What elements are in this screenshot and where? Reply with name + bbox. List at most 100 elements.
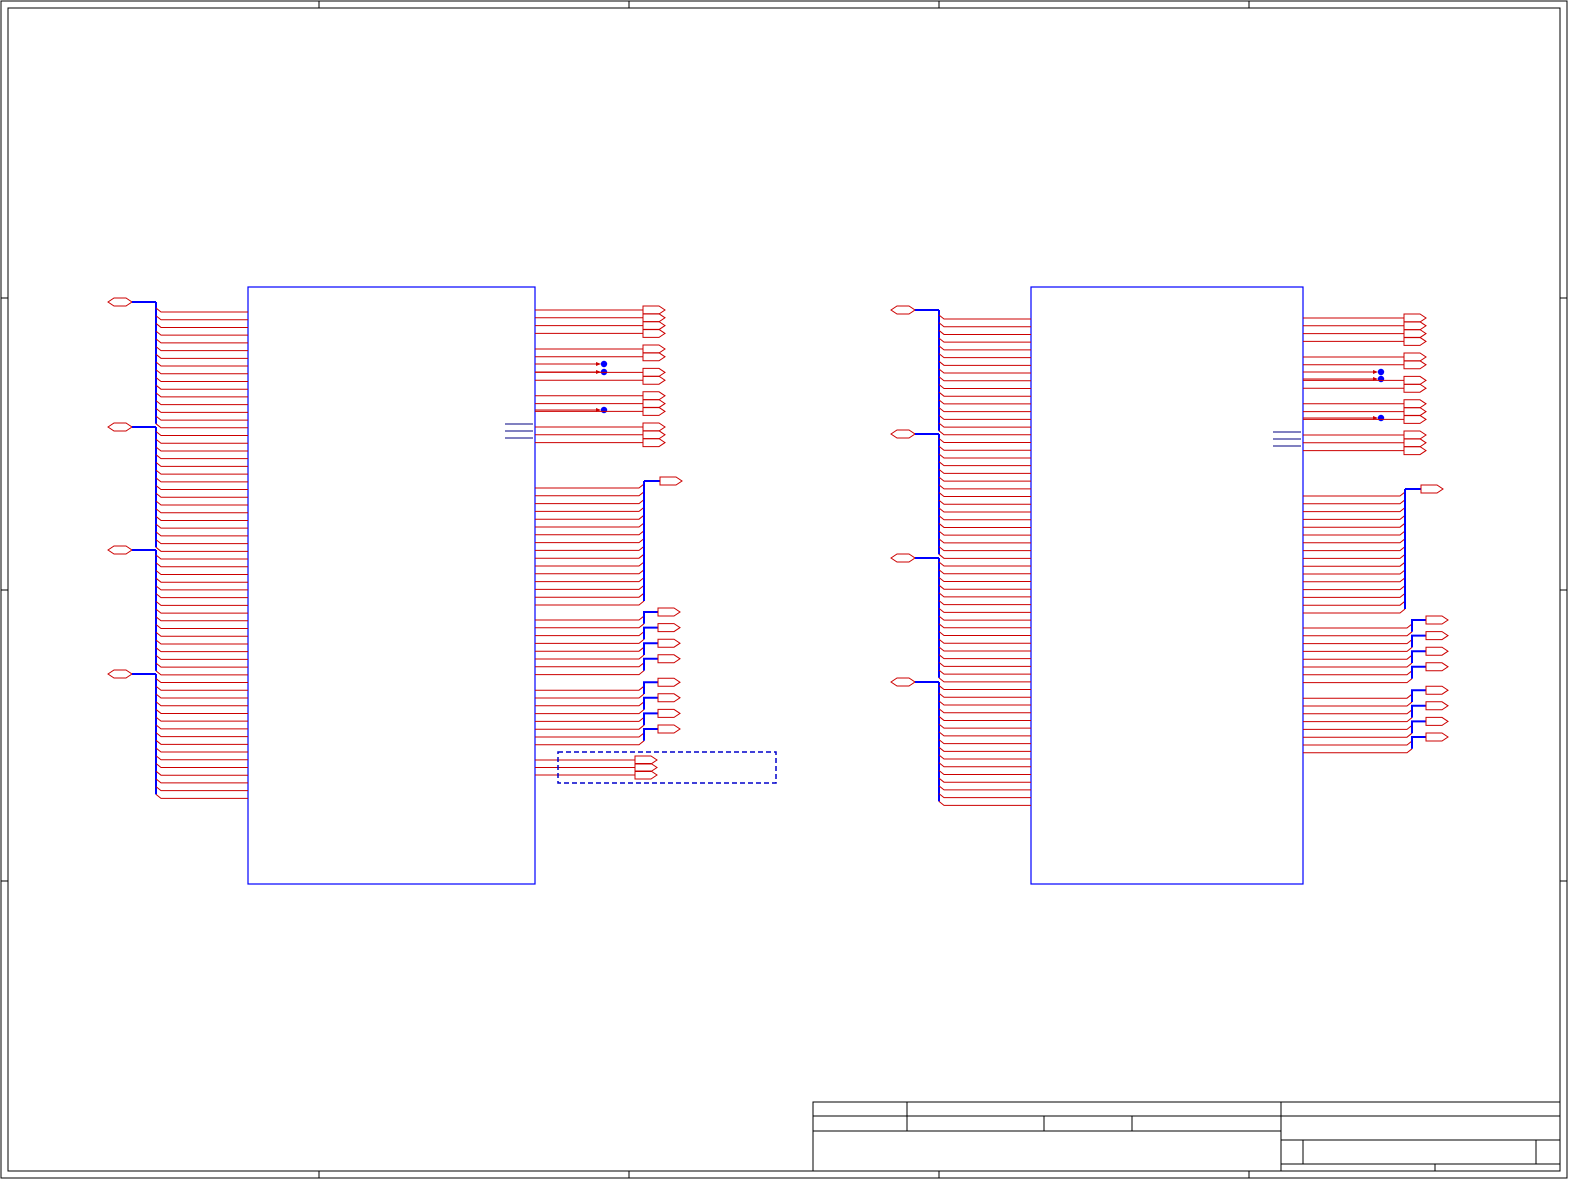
net-wire xyxy=(1303,725,1413,730)
net-wire xyxy=(155,716,248,722)
net-wire xyxy=(1303,647,1413,652)
net-wire xyxy=(155,600,248,606)
output-port-icon xyxy=(642,321,666,331)
net-wire xyxy=(155,554,248,560)
net-wire xyxy=(155,508,248,514)
net-wire xyxy=(155,763,248,768)
input-port-icon xyxy=(107,669,133,679)
net-wire xyxy=(1303,608,1406,614)
net-wire xyxy=(938,353,1031,359)
output-port-icon xyxy=(1403,329,1427,339)
net-wire xyxy=(535,740,645,746)
junction-dot xyxy=(1377,375,1385,383)
net-wire xyxy=(938,800,1031,806)
net-wire xyxy=(938,723,1031,729)
output-port-icon xyxy=(657,607,681,617)
output-port-icon xyxy=(659,476,683,486)
input-port-icon xyxy=(107,545,133,555)
output-port-icon xyxy=(1403,446,1427,456)
net-wire xyxy=(938,739,1031,745)
net-wire xyxy=(938,746,1031,752)
net-wire xyxy=(938,762,1031,768)
component-u-right[interactable] xyxy=(890,286,1449,885)
net-wire xyxy=(938,770,1031,775)
output-port-icon xyxy=(1403,336,1427,346)
net-wire xyxy=(155,585,248,591)
net-wire xyxy=(155,438,248,444)
net-wire xyxy=(1303,740,1413,746)
net-wire xyxy=(1303,577,1406,583)
net-wire xyxy=(938,322,1031,328)
net-wire xyxy=(155,361,248,367)
net-wire xyxy=(535,717,645,722)
output-port-icon xyxy=(634,763,658,772)
output-port-icon xyxy=(1425,701,1449,711)
net-wire xyxy=(1303,709,1413,715)
net-wire xyxy=(938,793,1031,799)
output-port-icon xyxy=(1425,716,1449,726)
net-wire xyxy=(155,786,248,792)
net-wire xyxy=(155,732,248,738)
net-wire xyxy=(155,770,248,776)
net-wire xyxy=(155,516,248,521)
junction-dot xyxy=(1377,414,1385,422)
net-wire xyxy=(938,384,1031,389)
output-port-icon xyxy=(642,375,666,385)
net-wire xyxy=(1303,530,1406,536)
output-port-icon xyxy=(1403,360,1427,370)
net-wire xyxy=(1303,554,1406,559)
net-wire xyxy=(1303,701,1413,707)
output-port-icon xyxy=(1403,321,1427,331)
output-port-icon xyxy=(642,313,666,323)
net-wire xyxy=(1303,515,1406,520)
net-wire xyxy=(1303,600,1406,606)
net-wire xyxy=(1303,732,1413,738)
net-wire xyxy=(938,368,1031,374)
net-wire xyxy=(1303,561,1406,567)
net-wire xyxy=(938,445,1031,451)
net-wire xyxy=(938,685,1031,691)
net-wire xyxy=(938,523,1031,528)
input-port-icon xyxy=(890,429,916,439)
net-wire xyxy=(155,415,248,421)
net-wire xyxy=(155,624,248,630)
net-wire xyxy=(938,360,1031,366)
output-port-icon xyxy=(657,623,681,633)
net-wire xyxy=(938,484,1031,490)
net-wire xyxy=(938,314,1031,320)
output-port-icon xyxy=(634,770,658,780)
net-wire xyxy=(535,709,645,715)
component-body xyxy=(1030,286,1304,885)
net-wire xyxy=(155,631,248,637)
output-port-icon xyxy=(642,399,666,409)
net-wire xyxy=(1303,499,1406,505)
net-wire xyxy=(535,577,645,583)
output-port-icon xyxy=(1403,375,1427,385)
output-port-icon xyxy=(634,755,658,765)
net-wire xyxy=(155,446,248,452)
net-wire xyxy=(155,778,248,784)
net-wire xyxy=(938,584,1031,590)
net-wire xyxy=(535,631,645,637)
net-wire xyxy=(535,670,645,676)
bus-segment xyxy=(643,712,658,726)
net-wire xyxy=(155,454,248,460)
net-wire xyxy=(938,345,1031,351)
component-u-left[interactable] xyxy=(107,286,777,885)
net-wire xyxy=(155,546,248,552)
output-port-icon xyxy=(1403,407,1427,417)
net-wire xyxy=(1303,538,1406,544)
net-wire xyxy=(535,600,645,606)
net-wire xyxy=(155,539,248,545)
net-wire xyxy=(938,631,1031,637)
bus-segment xyxy=(1411,736,1426,749)
net-wire xyxy=(535,592,645,598)
net-wire xyxy=(155,369,248,375)
net-wire xyxy=(535,693,645,699)
input-port-icon xyxy=(890,677,916,687)
bus-segment xyxy=(643,626,658,640)
net-wire xyxy=(938,538,1031,544)
net-wire xyxy=(155,608,248,614)
net-wire xyxy=(155,670,248,676)
net-wire xyxy=(1303,491,1406,497)
